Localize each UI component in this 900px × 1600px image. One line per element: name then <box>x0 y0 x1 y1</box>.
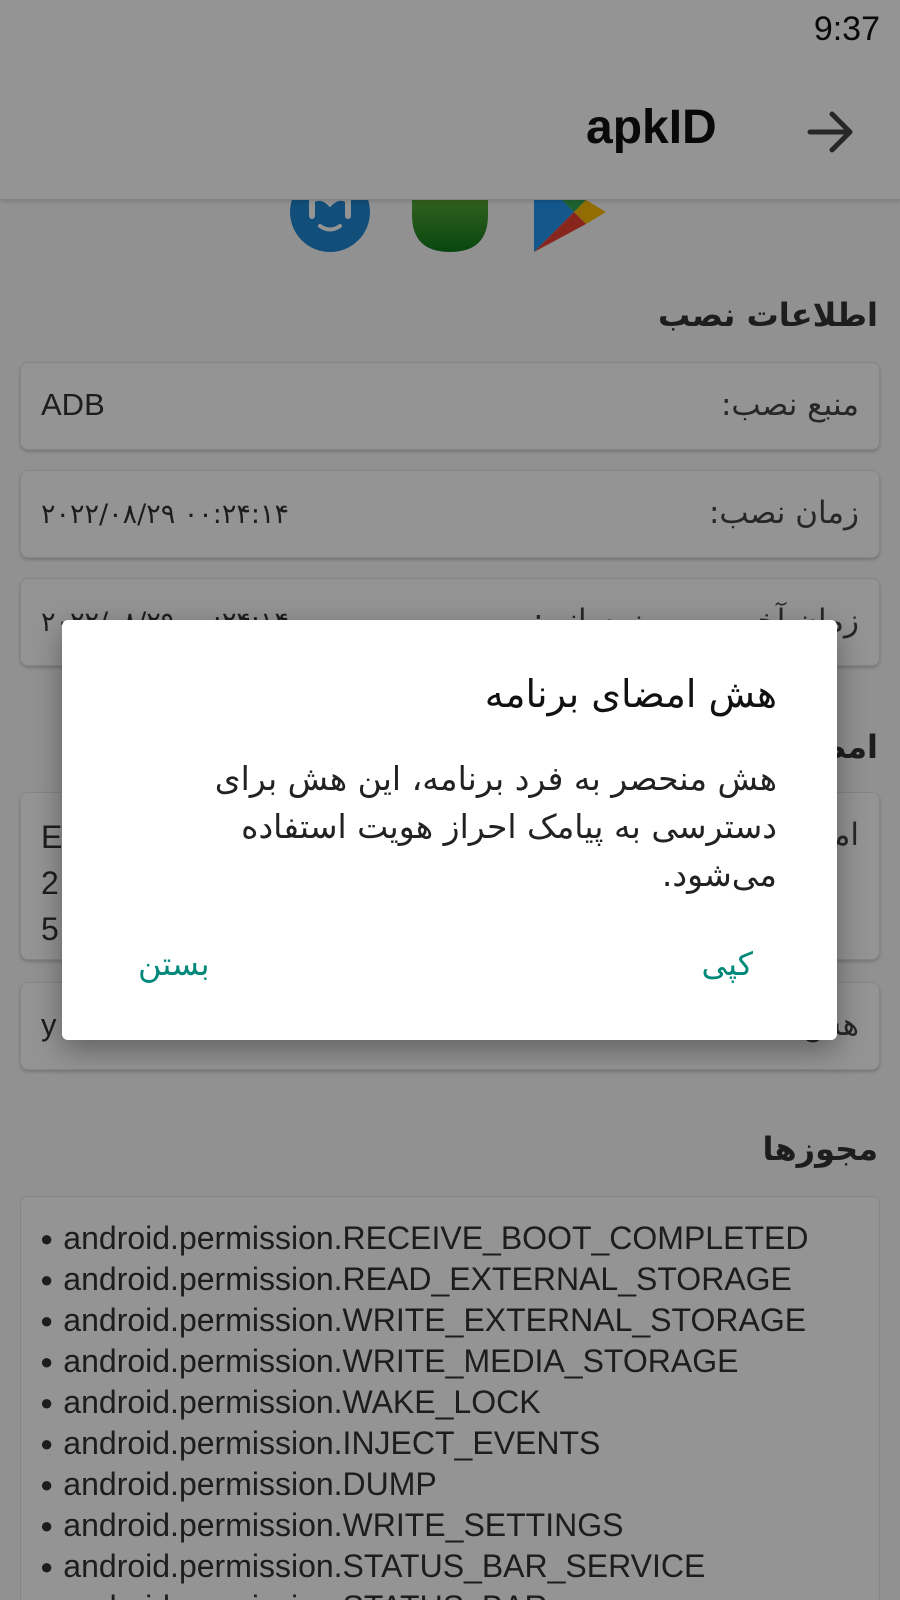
copy-button[interactable]: کپی <box>701 945 753 983</box>
dialog-message: هش منحصر به فرد برنامه، این هش برای دستر… <box>214 759 777 894</box>
signature-hash-dialog: هش امضای برنامه هش منحصر به فرد برنامه، … <box>62 620 837 1040</box>
dialog-title: هش امضای برنامه <box>484 672 777 716</box>
close-button[interactable]: بستن <box>138 945 209 983</box>
